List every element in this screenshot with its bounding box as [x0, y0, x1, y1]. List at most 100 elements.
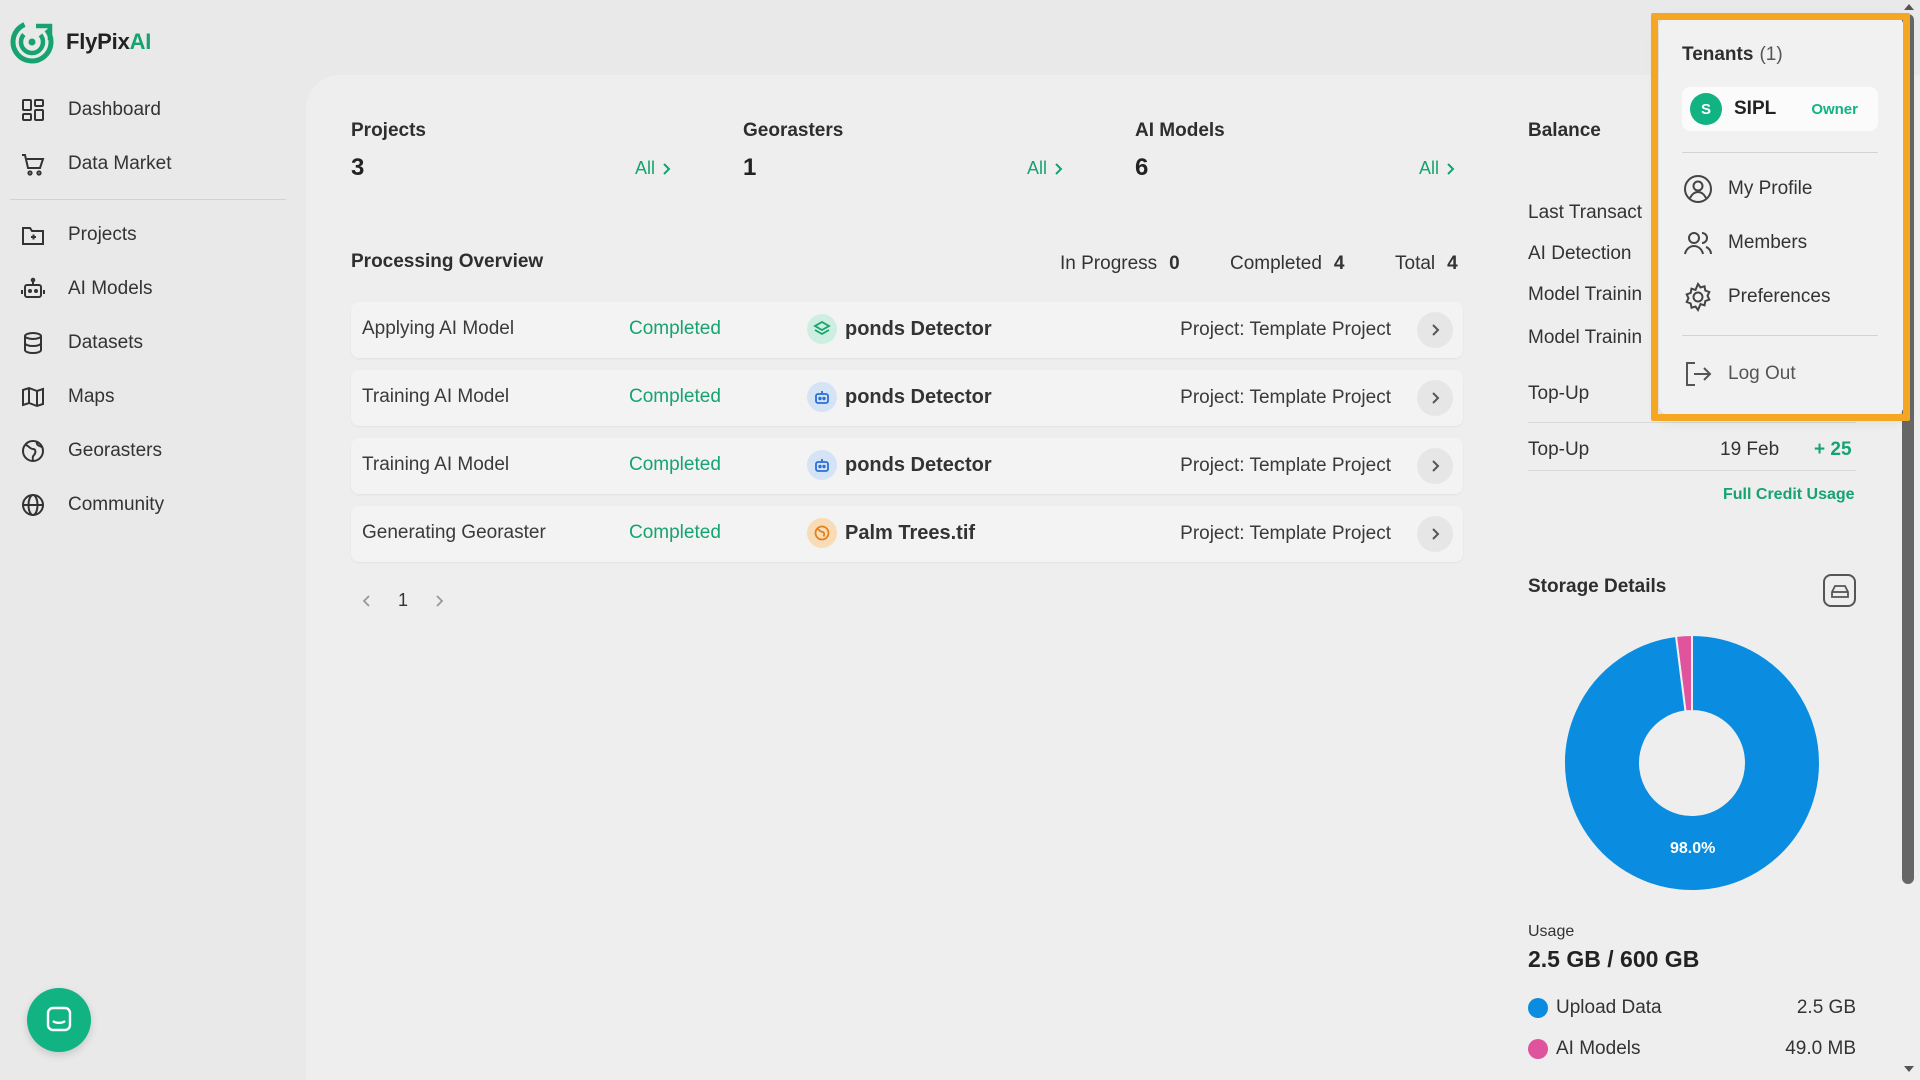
usage-label: Usage — [1528, 923, 1575, 940]
globe-icon — [22, 494, 44, 516]
cart-icon — [22, 154, 45, 176]
pagination: 1 — [362, 590, 444, 611]
sidebar-item-data-market[interactable]: Data Market — [20, 144, 171, 184]
balance-row-label: Model Trainin — [1528, 284, 1643, 305]
status-text: Completed — [629, 454, 721, 475]
balance-divider — [1528, 422, 1856, 423]
processing-row[interactable]: Generating Georaster Completed Palm Tree… — [351, 506, 1463, 562]
georasters-all-link[interactable]: All — [1027, 158, 1063, 179]
account-dropdown-menu: Tenants (1) S SIPL Owner My Profile Membe… — [1659, 17, 1904, 415]
balance-row-label: Model Trainin — [1528, 327, 1643, 348]
app-logo[interactable]: FlyPixAI — [10, 20, 151, 64]
processing-overview-title: Processing Overview — [351, 251, 544, 272]
sidebar-item-label: Data Market — [68, 153, 172, 174]
sidebar-item-label: Projects — [68, 224, 137, 245]
sidebar-item-georasters[interactable]: Georasters — [20, 431, 162, 471]
project-name: Project: Template Project — [1180, 455, 1391, 476]
stat-value: 3 — [351, 154, 365, 181]
row-open-button[interactable] — [1417, 516, 1453, 552]
my-profile-menu-item[interactable]: My Profile — [1682, 172, 1812, 206]
sidebar-item-ai-models[interactable]: AI Models — [20, 269, 152, 309]
log-out-menu-item[interactable]: Log Out — [1682, 357, 1796, 391]
sidebar-item-label: Dashboard — [68, 99, 161, 120]
page-number[interactable]: 1 — [398, 590, 408, 611]
legend-dot — [1528, 1039, 1548, 1059]
scroll-down-icon[interactable] — [1902, 1064, 1916, 1074]
dashboard-icon — [22, 99, 44, 121]
chevron-right-icon — [1432, 324, 1440, 336]
chat-launcher-button[interactable] — [27, 988, 91, 1052]
ai-models-all-link[interactable]: All — [1419, 158, 1455, 179]
balance-divider — [1528, 470, 1856, 471]
preferences-menu-item[interactable]: Preferences — [1682, 280, 1830, 314]
stat-value: 1 — [743, 154, 757, 181]
sidebar-item-label: Georasters — [68, 440, 162, 461]
georasters-stat: Georasters 1 All — [743, 120, 1063, 190]
balance-row-date: 19 Feb — [1720, 439, 1780, 460]
asset: ponds Detector — [807, 314, 992, 344]
row-open-button[interactable] — [1417, 312, 1453, 348]
legend-value: 2.5 GB — [1796, 997, 1856, 1018]
legend-dot — [1528, 998, 1548, 1018]
chevron-right-icon — [1055, 162, 1063, 175]
storage-details-button[interactable] — [1823, 574, 1856, 607]
status-text: Completed — [629, 386, 721, 407]
legend-value: 49.0 MB — [1785, 1038, 1856, 1059]
sidebar-item-community[interactable]: Community — [20, 485, 164, 525]
storage-details-title: Storage Details — [1528, 576, 1667, 597]
legend-name: AI Models — [1556, 1038, 1641, 1059]
storage-icon — [1830, 584, 1849, 598]
processing-row[interactable]: Applying AI Model Completed ponds Detect… — [351, 302, 1463, 358]
asset: ponds Detector — [807, 450, 992, 480]
stat-label: Projects — [351, 120, 426, 141]
status-text: Completed — [629, 522, 721, 543]
robot-icon — [807, 382, 837, 412]
chevron-right-icon[interactable] — [434, 594, 444, 608]
chevron-left-icon[interactable] — [362, 594, 372, 608]
sidebar-item-dashboard[interactable]: Dashboard — [20, 90, 161, 130]
folder-icon — [22, 227, 44, 245]
tenant-item-sipl[interactable]: S SIPL Owner — [1682, 87, 1878, 131]
robot-icon — [807, 450, 837, 480]
processing-row[interactable]: Training AI Model Completed ponds Detect… — [351, 438, 1463, 494]
chevron-right-icon — [663, 162, 671, 175]
logo-icon — [10, 20, 54, 64]
row-open-button[interactable] — [1417, 380, 1453, 416]
tenants-title: Tenants (1) — [1682, 44, 1783, 65]
projects-all-link[interactable]: All — [635, 158, 671, 179]
full-credit-usage-link[interactable]: Full Credit Usage — [1723, 486, 1855, 504]
asset: ponds Detector — [807, 382, 992, 412]
sidebar-item-datasets[interactable]: Datasets — [20, 323, 143, 363]
stat-label: AI Models — [1135, 120, 1225, 141]
sidebar-item-projects[interactable]: Projects — [20, 215, 137, 255]
balance-title: Balance — [1528, 120, 1601, 141]
ai-models-stat: AI Models 6 All — [1135, 120, 1455, 190]
sidebar-item-label: AI Models — [68, 278, 153, 299]
balance-row-label: AI Detection — [1528, 243, 1632, 264]
sidebar-divider — [10, 199, 286, 200]
scroll-up-icon[interactable] — [1902, 2, 1916, 12]
in-progress-summary: In Progress 0 — [1060, 253, 1180, 274]
database-icon — [24, 332, 42, 355]
members-menu-item[interactable]: Members — [1682, 226, 1807, 260]
tenant-role-badge: Owner — [1811, 100, 1858, 118]
map-icon — [22, 386, 44, 408]
completed-summary: Completed 4 — [1230, 253, 1345, 274]
row-open-button[interactable] — [1417, 448, 1453, 484]
legend-name: Upload Data — [1556, 997, 1662, 1018]
task-name: Training AI Model — [362, 386, 510, 407]
processing-row[interactable]: Training AI Model Completed ponds Detect… — [351, 370, 1463, 426]
chat-icon — [46, 1006, 72, 1032]
sidebar-item-maps[interactable]: Maps — [20, 377, 114, 417]
logout-icon — [1686, 362, 1712, 386]
sidebar-item-label: Maps — [68, 386, 115, 407]
legend-item-ai-models: AI Models 49.0 MB — [1528, 1038, 1856, 1060]
members-icon — [1684, 232, 1712, 255]
chart-percent-label: 98.0% — [1670, 840, 1716, 857]
app-name: FlyPixAI — [66, 29, 152, 54]
sidebar-item-label: Datasets — [68, 332, 143, 353]
menu-divider — [1682, 335, 1878, 336]
status-text: Completed — [629, 318, 721, 339]
usage-value: 2.5 GB / 600 GB — [1528, 946, 1700, 972]
project-name: Project: Template Project — [1180, 387, 1391, 408]
